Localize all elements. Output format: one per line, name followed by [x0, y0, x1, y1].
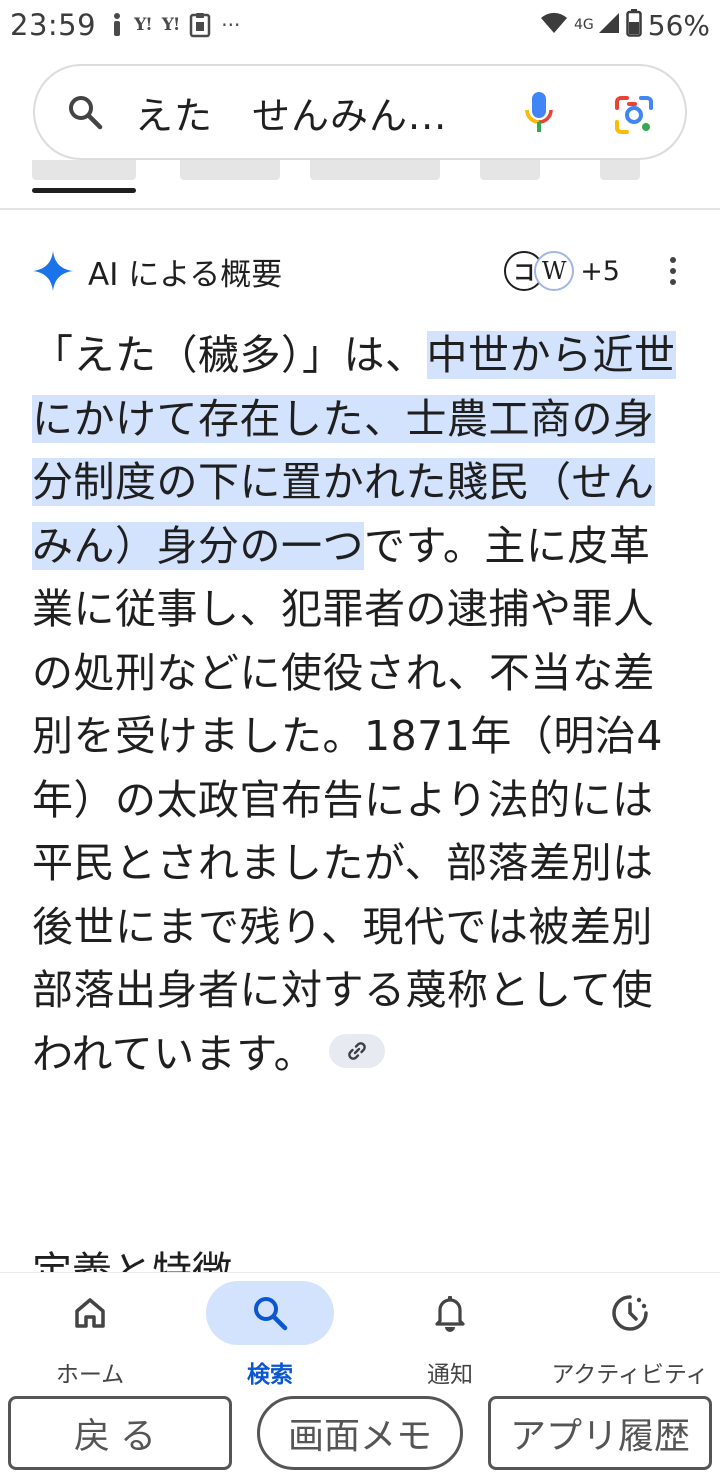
back-button[interactable]: 戻る	[8, 1396, 232, 1470]
search-bar[interactable]: えた せんみん...	[33, 64, 687, 160]
yahoo-icon: Y!	[134, 15, 153, 35]
search-tabs	[0, 160, 720, 210]
source-avatars[interactable]: コ W +5	[504, 251, 620, 291]
tab-ghost	[32, 160, 136, 180]
tab-ghost	[480, 160, 540, 180]
info-icon	[110, 12, 124, 38]
sparkle-icon	[32, 250, 74, 292]
wikipedia-icon[interactable]: W	[534, 251, 575, 291]
signal-icon	[598, 12, 620, 38]
search-icon	[206, 1281, 334, 1345]
wifi-icon	[540, 12, 568, 38]
bell-icon	[386, 1281, 514, 1345]
nav-item-activity[interactable]: アクティビティ	[540, 1273, 720, 1391]
nav-item-home[interactable]: ホーム	[0, 1273, 180, 1391]
clipboard-icon	[189, 12, 211, 38]
search-input[interactable]: えた せんみん...	[135, 85, 447, 140]
activity-icon	[566, 1281, 694, 1345]
notification-icons: Y! Y! ···	[110, 12, 240, 38]
status-right: 4G 56%	[540, 9, 710, 42]
nav-item-notifications[interactable]: 通知	[360, 1273, 540, 1391]
nav-label: アクティビティ	[551, 1362, 709, 1388]
battery-percent: 56%	[647, 8, 710, 42]
nav-label: 通知	[427, 1362, 473, 1388]
system-button-bar: 戻る 画面メモ アプリ履歴	[0, 1392, 720, 1480]
overview-text-start: 「えた（穢多）」は、	[32, 331, 427, 379]
nav-label: ホーム	[55, 1362, 125, 1388]
tab-ghost	[600, 160, 640, 180]
active-tab-indicator	[32, 188, 136, 193]
screen-memo-button[interactable]: 画面メモ	[257, 1396, 463, 1470]
yahoo-icon: Y!	[161, 15, 181, 35]
more-icon: ···	[221, 13, 241, 37]
overflow-menu-icon[interactable]	[658, 251, 688, 291]
overview-text-rest: です。主に皮革業に従事し、犯罪者の逮捕や罪人の処刑などに使役され、不当な差別を受…	[32, 521, 663, 1078]
nav-item-search[interactable]: 検索	[180, 1273, 360, 1391]
source-link-button[interactable]	[329, 1033, 386, 1068]
battery-icon	[626, 9, 642, 41]
bottom-navigation: ホーム 検索 通知 アクティビティ	[0, 1272, 720, 1390]
tab-ghost	[180, 160, 280, 180]
nav-label: 検索	[247, 1362, 293, 1388]
link-icon	[348, 1041, 366, 1060]
ai-overview-title: AI による概要	[88, 256, 283, 293]
ai-overview-header: AI による概要 コ W +5	[32, 246, 688, 296]
network-type: 4G	[574, 17, 594, 33]
search-icon	[65, 92, 105, 132]
status-time: 23:59	[10, 8, 97, 42]
app-history-button[interactable]: アプリ履歴	[488, 1396, 712, 1470]
tab-ghost	[310, 160, 440, 180]
section-heading: 定義と特徴	[32, 1249, 232, 1272]
more-sources-count[interactable]: +5	[580, 256, 620, 287]
google-lens-icon[interactable]	[613, 94, 655, 136]
microphone-icon[interactable]	[523, 90, 555, 136]
home-icon	[26, 1281, 154, 1345]
status-bar: 23:59 Y! Y! ··· 4G 56%	[0, 0, 720, 50]
ai-overview-text: 「えた（穢多）」は、中世から近世にかけて存在した、士農工商の身分制度の下に置かれ…	[32, 324, 682, 1086]
